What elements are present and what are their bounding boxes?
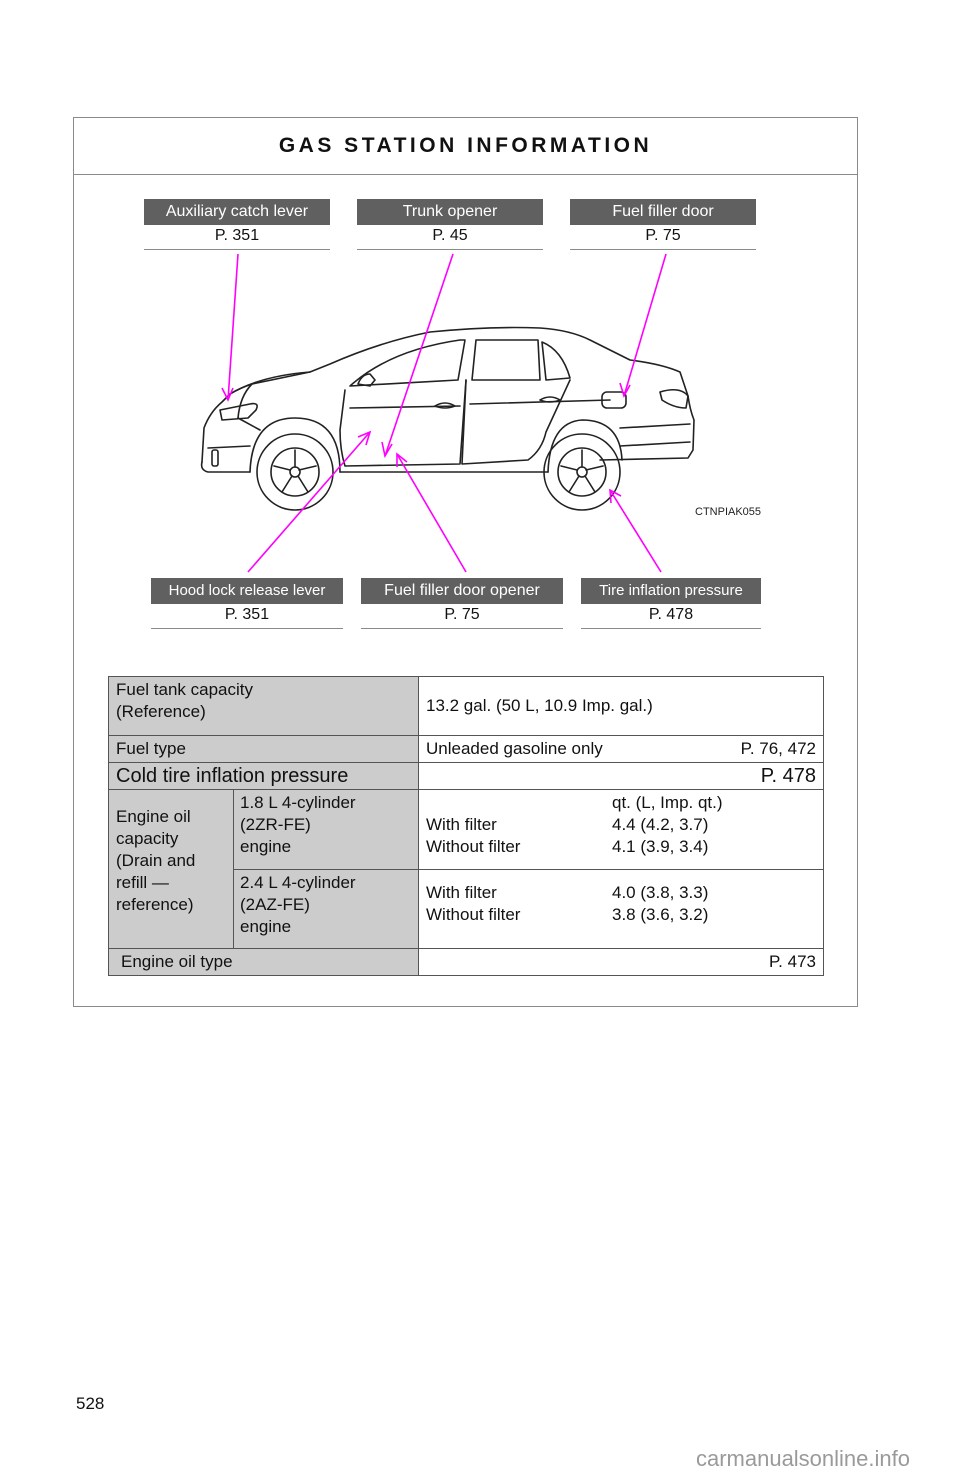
row-label: Engine oil capacity (Drain and refill — … (108, 789, 419, 949)
spec-table: Fuel tank capacity (Reference) 13.2 gal.… (108, 676, 824, 976)
page-ref-link[interactable]: P. 478 (761, 765, 816, 787)
table-row-fuel-tank-capacity: Fuel tank capacity (Reference) 13.2 gal.… (108, 676, 824, 736)
callout-page-link[interactable]: P. 478 (581, 604, 761, 628)
row-value: P. 473 (418, 948, 824, 976)
page-number: 528 (76, 1394, 105, 1413)
callout-page-link[interactable]: P. 351 (144, 225, 330, 249)
callout-page-link[interactable]: P. 75 (361, 604, 563, 628)
label-line: (2ZR-FE) (240, 815, 311, 834)
callout-label: Trunk opener (357, 199, 543, 225)
label-line: engine (240, 917, 292, 936)
amount: 4.4 (4.2, 3.7) (612, 815, 709, 834)
engine-1-8l-capacity: qt. (L, Imp. qt.) With filter 4.4 (4.2, … (419, 790, 823, 870)
callout-page-link[interactable]: P. 45 (357, 225, 543, 249)
engine-oil-label: Engine oil capacity (Drain and refill — … (109, 790, 234, 948)
callout-label: Tire inflation pressure (581, 578, 761, 604)
label-line: 1.8 L 4-cylinder (240, 793, 356, 812)
callout-fuel-filler-door: Fuel filler door P. 75 (570, 199, 756, 250)
row-value: P. 478 (418, 762, 824, 790)
row-label: Engine oil type (108, 948, 419, 976)
amount: 3.8 (3.6, 3.2) (612, 905, 709, 924)
condition: Without filter (426, 837, 521, 856)
callout-page-link[interactable]: P. 75 (570, 225, 756, 249)
label-line: 2.4 L 4-cylinder (240, 873, 356, 892)
car-windows (349, 339, 571, 387)
car-doors (339, 379, 691, 467)
table-row-cold-tire-pressure: Cold tire inflation pressure P. 478 (108, 762, 824, 790)
engine-2-4l-capacity: With filter 4.0 (3.8, 3.3) Without filte… (419, 870, 823, 948)
label-line: capacity (116, 829, 179, 848)
label-line: refill — (116, 873, 169, 892)
car-side-view-illustration (200, 326, 695, 511)
engine-2-4l: 2.4 L 4-cylinder (2AZ-FE) engine (234, 870, 418, 948)
amount: 4.1 (3.9, 3.4) (612, 837, 709, 856)
engine-variants: 1.8 L 4-cylinder (2ZR-FE) engine 2.4 L 4… (234, 790, 418, 948)
callout-trunk-opener: Trunk opener P. 45 (357, 199, 543, 250)
front-wheel (249, 417, 341, 511)
label-line: (2AZ-FE) (240, 895, 310, 914)
rear-wheel (543, 419, 623, 511)
divider (361, 628, 563, 629)
figure-code: CTNPIAK055 (695, 506, 762, 518)
page-ref-link[interactable]: P. 473 (769, 951, 816, 973)
label-line: Fuel tank capacity (116, 680, 254, 699)
divider (581, 628, 761, 629)
label-line: Engine oil (116, 807, 191, 826)
divider (151, 628, 343, 629)
callout-fuel-filler-door-opener: Fuel filler door opener P. 75 (361, 578, 563, 629)
row-value: Unleaded gasoline only P. 76, 472 (418, 735, 824, 763)
callout-label: Fuel filler door (570, 199, 756, 225)
condition: With filter (426, 815, 497, 834)
row-value: qt. (L, Imp. qt.) With filter 4.4 (4.2, … (418, 789, 824, 949)
divider (357, 249, 543, 250)
panel-title: GAS STATION INFORMATION (278, 134, 653, 157)
divider (570, 249, 756, 250)
callout-label: Fuel filler door opener (361, 578, 563, 604)
table-row-fuel-type: Fuel type Unleaded gasoline only P. 76, … (108, 735, 824, 763)
label-line: (Drain and (116, 851, 196, 870)
divider (144, 249, 330, 250)
callout-auxiliary-catch-lever: Auxiliary catch lever P. 351 (144, 199, 330, 250)
fuel-type-value: Unleaded gasoline only (426, 739, 603, 758)
label-line: engine (240, 837, 292, 856)
amount: 4.0 (3.8, 3.3) (612, 883, 709, 902)
watermark: carmanualsonline.info (695, 1446, 910, 1471)
row-label: Fuel type (108, 735, 419, 763)
engine-1-8l: 1.8 L 4-cylinder (2ZR-FE) engine (234, 790, 418, 870)
row-label: Cold tire inflation pressure (108, 762, 419, 790)
row-label: Fuel tank capacity (Reference) (108, 676, 419, 736)
panel-header: GAS STATION INFORMATION (74, 118, 857, 175)
label-line: reference) (116, 895, 194, 914)
callout-label: Hood lock release lever (151, 578, 343, 604)
condition: Without filter (426, 905, 521, 924)
callout-page-link[interactable]: P. 351 (151, 604, 343, 628)
callout-label: Auxiliary catch lever (144, 199, 330, 225)
table-row-engine-oil-type: Engine oil type P. 473 (108, 948, 824, 976)
page-ref-link[interactable]: P. 76, 472 (741, 738, 816, 760)
condition: With filter (426, 883, 497, 902)
callout-tire-inflation-pressure: Tire inflation pressure P. 478 (581, 578, 761, 629)
label-line: (Reference) (116, 702, 206, 721)
row-value: 13.2 gal. (50 L, 10.9 Imp. gal.) (418, 676, 824, 736)
unit-header: qt. (L, Imp. qt.) (612, 793, 723, 812)
table-row-engine-oil-capacity: Engine oil capacity (Drain and refill — … (108, 789, 824, 949)
callout-hood-lock-release-lever: Hood lock release lever P. 351 (151, 578, 343, 629)
